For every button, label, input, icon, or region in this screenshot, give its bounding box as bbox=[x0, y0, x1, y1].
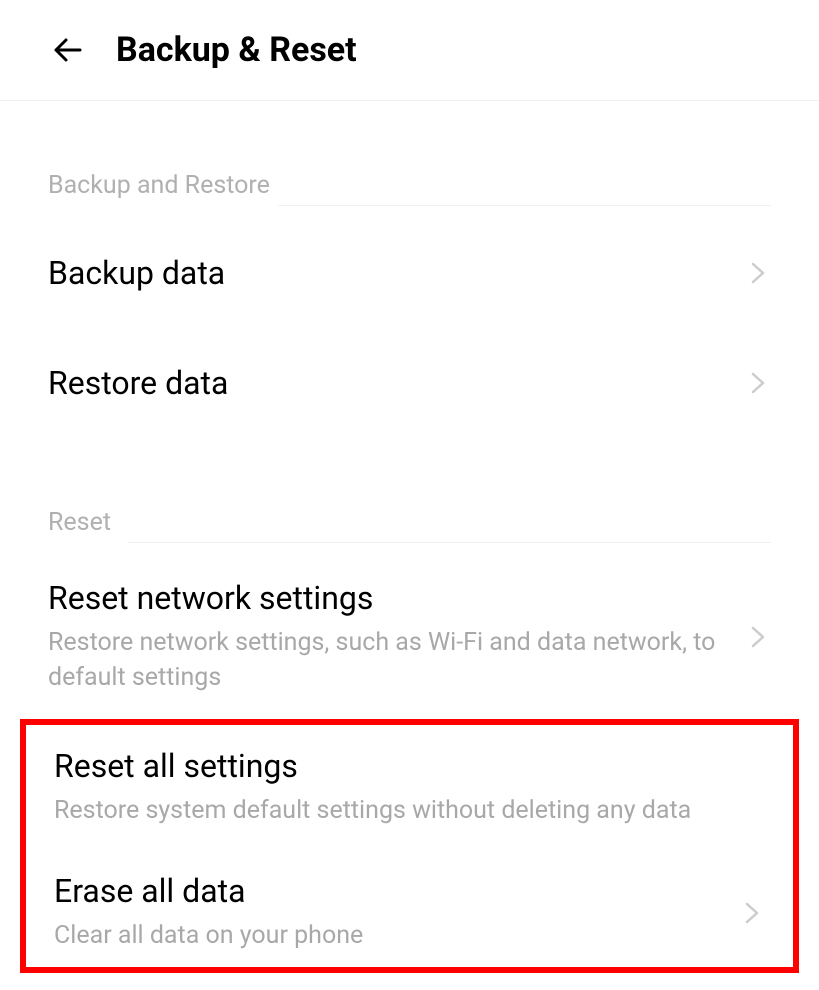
arrow-left-icon bbox=[48, 30, 88, 70]
reset-all-settings-item[interactable]: Reset all settings Restore system defaul… bbox=[26, 725, 793, 850]
restore-data-title: Restore data bbox=[48, 364, 733, 402]
chevron-right-icon bbox=[745, 370, 771, 396]
list-item-text: Reset all settings Restore system defaul… bbox=[54, 747, 765, 828]
page-title: Backup & Reset bbox=[116, 30, 357, 70]
reset-all-subtitle: Restore system default settings without … bbox=[54, 793, 765, 828]
erase-all-title: Erase all data bbox=[54, 872, 727, 910]
erase-all-subtitle: Clear all data on your phone bbox=[54, 918, 727, 953]
backup-data-item[interactable]: Backup data bbox=[0, 218, 819, 328]
chevron-right-icon bbox=[739, 900, 765, 926]
highlight-box: Reset all settings Restore system defaul… bbox=[20, 719, 799, 973]
list-item-text: Reset network settings Restore network s… bbox=[48, 579, 733, 695]
reset-network-settings-item[interactable]: Reset network settings Restore network s… bbox=[0, 555, 819, 719]
back-button[interactable] bbox=[48, 30, 88, 70]
reset-network-subtitle: Restore network settings, such as Wi-Fi … bbox=[48, 625, 733, 695]
reset-network-title: Reset network settings bbox=[48, 579, 733, 617]
reset-all-title: Reset all settings bbox=[54, 747, 765, 785]
backup-data-title: Backup data bbox=[48, 254, 733, 292]
chevron-right-icon bbox=[745, 624, 771, 650]
erase-all-data-item[interactable]: Erase all data Clear all data on your ph… bbox=[26, 850, 793, 967]
content: Backup and Restore Backup data Restore d… bbox=[0, 101, 819, 973]
section-header-backup-restore: Backup and Restore bbox=[0, 101, 819, 218]
list-item-text: Restore data bbox=[48, 364, 733, 402]
chevron-right-icon bbox=[745, 260, 771, 286]
header: Backup & Reset bbox=[0, 0, 819, 101]
list-item-text: Backup data bbox=[48, 254, 733, 292]
section-header-reset: Reset bbox=[0, 438, 819, 555]
restore-data-item[interactable]: Restore data bbox=[0, 328, 819, 438]
list-item-text: Erase all data Clear all data on your ph… bbox=[54, 872, 727, 953]
